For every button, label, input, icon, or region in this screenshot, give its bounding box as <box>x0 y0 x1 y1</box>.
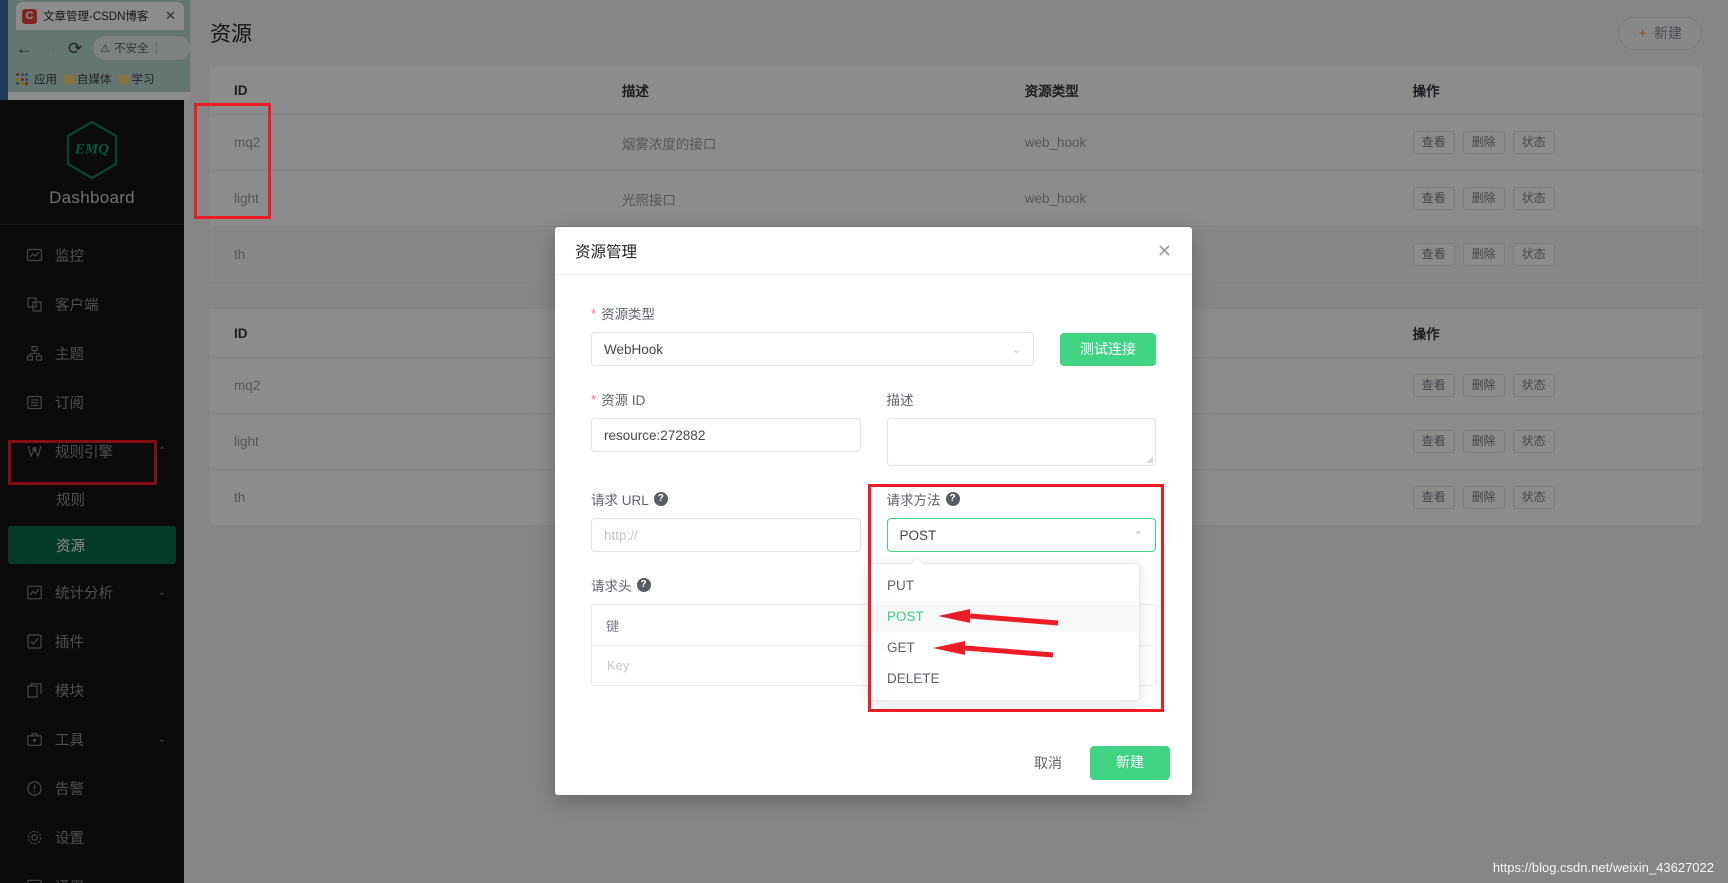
request-method-label-wrap: 请求方法 ? <box>887 489 1157 509</box>
chevron-down-icon: ⌄ <box>1011 343 1021 356</box>
modal-title: 资源管理 <box>575 243 638 261</box>
description-field: 描述 <box>886 389 1157 466</box>
resource-type-label: 资源类型 <box>601 307 656 322</box>
watermark-url: https://blog.csdn.net/weixin_43627022 <box>1492 860 1714 875</box>
required-marker: * <box>591 391 597 407</box>
dropdown-option-get[interactable]: GET <box>869 632 1139 663</box>
request-url-label: 请求 URL <box>591 493 649 508</box>
submit-button[interactable]: 新建 <box>1090 746 1170 780</box>
request-row: 请求 URL ? http:// 请求方法 ? POST ⌃ <box>591 489 1156 552</box>
dropdown-option-delete[interactable]: DELETE <box>869 663 1139 694</box>
help-icon[interactable]: ? <box>945 492 960 506</box>
help-icon[interactable]: ? <box>636 578 651 592</box>
resource-modal: 资源管理 ✕ * 资源类型 WebHook ⌄ 测试连接 * 资源 ID res… <box>555 227 1192 795</box>
resource-id-row: * 资源 ID resource:272882 描述 <box>591 389 1156 466</box>
resource-type-select[interactable]: WebHook ⌄ <box>591 332 1034 366</box>
request-method-select[interactable]: POST ⌃ <box>886 518 1156 552</box>
request-url-input[interactable]: http:// <box>591 518 861 552</box>
resource-id-input[interactable]: resource:272882 <box>591 418 861 452</box>
modal-body: * 资源类型 WebHook ⌄ 测试连接 * 资源 ID resource:2… <box>555 275 1192 731</box>
resource-id-value: resource:272882 <box>604 427 706 443</box>
resource-type-row: * 资源类型 WebHook ⌄ 测试连接 <box>591 303 1156 366</box>
request-method-label: 请求方法 <box>886 493 941 508</box>
resource-id-label: 资源 ID <box>601 393 646 408</box>
request-method-field: 请求方法 ? POST ⌃ <box>886 489 1157 552</box>
resource-type-label-wrap: * 资源类型 <box>591 303 1034 323</box>
resource-type-value: WebHook <box>604 341 664 357</box>
description-label-wrap: 描述 <box>887 389 1157 409</box>
request-url-placeholder: http:// <box>604 527 638 543</box>
header-key-input[interactable]: Key <box>606 652 866 680</box>
resource-id-label-wrap: * 资源 ID <box>591 389 861 409</box>
screenshot-root: 资源 + 新建 ID 描述 资源类型 操作 mq2 烟雾浓度的接口 web_ho… <box>0 0 1728 883</box>
modal-footer: 取消 新建 <box>555 731 1192 795</box>
cancel-button[interactable]: 取消 <box>1020 745 1076 781</box>
resource-id-field: * 资源 ID resource:272882 <box>591 389 861 466</box>
test-connection-button[interactable]: 测试连接 <box>1060 332 1156 366</box>
headers-col-key: 键 <box>606 618 620 634</box>
dropdown-option-put[interactable]: PUT <box>869 570 1139 601</box>
request-method-dropdown[interactable]: PUT POST GET DELETE <box>868 563 1140 701</box>
modal-header: 资源管理 ✕ <box>555 227 1192 275</box>
required-marker: * <box>591 305 597 321</box>
help-icon[interactable]: ? <box>653 492 668 506</box>
request-url-label-wrap: 请求 URL ? <box>591 489 861 509</box>
close-icon[interactable]: ✕ <box>1157 242 1172 260</box>
description-textarea[interactable] <box>886 418 1156 466</box>
description-label: 描述 <box>886 393 914 408</box>
header-key-cell: Key <box>592 652 874 680</box>
request-url-field: 请求 URL ? http:// <box>591 489 861 552</box>
request-headers-label: 请求头 <box>591 579 632 594</box>
dropdown-option-post[interactable]: POST <box>869 601 1139 632</box>
resource-type-field: * 资源类型 WebHook ⌄ <box>591 303 1034 366</box>
test-connection-wrap: 测试连接 <box>1060 303 1156 366</box>
request-method-value: POST <box>899 527 937 543</box>
chevron-up-icon: ⌃ <box>1133 529 1143 542</box>
